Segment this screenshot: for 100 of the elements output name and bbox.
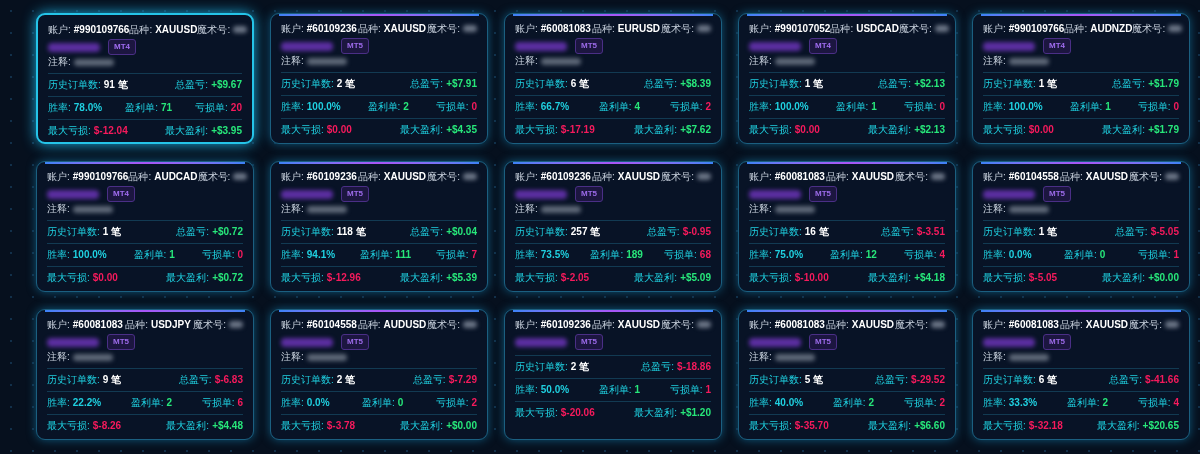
field-label: 最大亏损: [281,420,324,432]
loss-count: 6 [237,397,243,409]
win-count: 1 [634,384,641,396]
win-count: 2 [166,397,173,409]
stats-card[interactable]: 账户: #990107052品种: USDCAD魔术号: MT4 注释: 历史订单数: 1 笔 总盈亏: +$2.13 胜率: 100.0% 盈利单: 1 亏损单: 0 最大亏损: $0.00 最大盈利: +$2.13 [738,13,956,144]
win-rate: 100.0% [774,101,809,113]
win-count: 1 [169,249,175,261]
field-label: 账户: [281,319,304,331]
field-label: 账户: [983,23,1006,35]
platform-badge: MT5 [575,186,603,202]
field-label: 魔术号: [895,171,928,183]
field-label: 总盈亏: [1112,78,1146,90]
account-number: #60104558 [1008,171,1059,183]
stats-card[interactable]: 账户: #60081083品种: XAUUSD魔术号: MT5 注释: 历史订单数: 6 笔 总盈亏: $-41.66 胜率: 33.3% 盈利单: 2 亏损单: 4 最大亏损: $-32.18 最大盈利: +$20.65 [972,309,1190,440]
max-profit: +$2.13 [914,124,945,136]
field-label: 账户: [515,23,538,35]
redacted-comment [774,353,815,361]
field-label: 账户: [983,171,1006,183]
stats-card[interactable]: 账户: #60109236品种: XAUUSD魔术号: MT5 历史订单数: 2 笔 总盈亏: $-18.86 胜率: 50.0% 盈利单: 1 亏损单: 1 最大亏损: $-20.06 最大盈利: +$1.20 [504,309,722,440]
stats-card[interactable]: 账户: #60081083品种: XAUUSD魔术号: MT5 注释: 历史订单数: 16 笔 总盈亏: $-3.51 胜率: 75.0% 盈利单: 12 亏损单: 4 最大亏损: $-10.00 最大盈利: +$4.18 [738,161,956,292]
platform-badge: MT5 [575,38,603,54]
field-label: 胜率: [281,249,304,261]
field-label: 最大盈利: [634,272,678,284]
field-label: 最大盈利: [868,420,912,432]
win-rate: 78.0% [73,102,103,114]
field-label: 账户: [48,24,71,36]
stats-card[interactable]: 账户: #60109236品种: XAUUSD魔术号: MT5 注释: 历史订单数: 118 笔 总盈亏: +$0.04 胜率: 94.1% 盈利单: 111 亏损单: 7 最大亏损: $-12.96 最大盈利: +$5.39 [270,161,488,292]
loss-count: 2 [705,101,711,113]
stats-card[interactable]: 账户: #990109766品种: XAUUSD魔术号: MT4 注释: 历史订单数: 91 笔 总盈亏: +$9.67 胜率: 78.0% 盈利单: 71 亏损单: 20 最大亏损: $-12.04 最大盈利: +$3.95 [36,13,254,144]
field-label: 总盈亏: [878,78,912,90]
field-label: 注释: [47,203,70,215]
redacted-comment [540,57,581,65]
order-count: 5 笔 [804,374,824,386]
field-label: 胜率: [983,249,1006,261]
win-rate: 73.5% [540,249,570,261]
account-number: #990109766 [73,24,130,36]
max-loss: $0.00 [92,272,118,284]
field-label: 盈利单: [1063,249,1097,261]
win-count: 2 [403,101,409,113]
field-label: 品种: [358,171,381,183]
win-rate: 66.7% [540,101,570,113]
win-count: 0 [1099,249,1106,261]
field-label: 魔术号: [197,24,231,36]
symbol-name: XAUUSD [851,171,895,183]
field-label: 最大盈利: [400,420,444,432]
stats-card[interactable]: 账户: #990109766品种: AUDCAD魔术号: MT4 注释: 历史订单数: 1 笔 总盈亏: +$0.72 胜率: 100.0% 盈利单: 1 亏损单: 0 最大亏损: $0.00 最大盈利: +$0.72 [36,161,254,292]
stats-card[interactable]: 账户: #60109236品种: XAUUSD魔术号: MT5 注释: 历史订单数: 257 笔 总盈亏: $-0.95 胜率: 73.5% 盈利单: 189 亏损单: 68 最大亏损: $-2.05 最大盈利: +$5.09 [504,161,722,292]
stats-card[interactable]: 账户: #60081083品种: EURUSD魔术号: MT5 注释: 历史订单数: 6 笔 总盈亏: +$8.39 胜率: 66.7% 盈利单: 4 亏损单: 2 最大亏损: $-17.19 最大盈利: +$7.62 [504,13,722,144]
stats-card[interactable]: 账户: #60109236品种: XAUUSD魔术号: MT5 注释: 历史订单数: 2 笔 总盈亏: +$7.91 胜率: 100.0% 盈利单: 2 亏损单: 0 最大亏损: $0.00 最大盈利: +$4.35 [270,13,488,144]
field-label: 注释: [749,203,772,215]
field-label: 亏损单: [664,249,697,261]
field-label: 账户: [47,171,70,183]
redacted-magic-number [697,173,711,180]
redacted-magic-number [1165,173,1179,180]
field-label: 总盈亏: [178,374,212,386]
field-label: 注释: [749,55,772,67]
symbol-name: XAUUSD [383,171,427,183]
max-profit: +$5.39 [446,272,477,284]
stats-card[interactable]: 账户: #60081083品种: XAUUSD魔术号: MT5 注释: 历史订单数: 5 笔 总盈亏: $-29.52 胜率: 40.0% 盈利单: 2 亏损单: 2 最大亏损: $-35.70 最大盈利: +$6.60 [738,309,956,440]
field-label: 魔术号: [193,319,226,331]
symbol-name: XAUUSD [1085,171,1129,183]
total-profit: $-41.66 [1145,374,1179,386]
max-loss: $-10.00 [794,272,829,284]
field-label: 胜率: [515,101,538,113]
order-count: 118 笔 [336,226,366,238]
field-label: 盈利单: [829,249,863,261]
field-label: 总盈亏: [880,226,914,238]
redacted-account-name [983,337,1035,347]
total-profit: $-5.05 [1150,226,1179,238]
loss-count: 4 [939,249,945,261]
field-label: 历史订单数: [983,374,1036,386]
field-label: 魔术号: [898,23,932,35]
stats-card[interactable]: 账户: #60104558品种: XAUUSD魔术号: MT5 注释: 历史订单数: 1 笔 总盈亏: $-5.05 胜率: 0.0% 盈利单: 0 亏损单: 1 最大亏损: $-5.05 最大盈利: +$0.00 [972,161,1190,292]
total-profit: $-0.95 [682,226,711,238]
field-label: 历史订单数: [983,78,1036,90]
account-number: #60109236 [306,171,357,183]
max-profit: +$20.65 [1142,420,1179,432]
field-label: 最大盈利: [166,420,210,432]
platform-badge: MT5 [107,334,135,350]
field-label: 魔术号: [197,171,231,183]
field-label: 魔术号: [427,171,460,183]
win-count: 4 [634,101,641,113]
field-label: 品种: [826,319,849,331]
total-profit: +$8.39 [680,78,711,90]
loss-count: 2 [471,397,477,409]
field-label: 历史订单数: [515,78,568,90]
account-number: #990107052 [774,23,831,35]
field-label: 历史订单数: [281,226,334,238]
stats-card[interactable]: 账户: #60081083 品种: USDJPY 魔术号: MT5 注释: 历史订单数: 9 笔 总盈亏: $-6.83 胜率: 22.2% 盈利单: 2 亏损单: 6 最大亏损: $-8.26 最大盈利: +$4.48 [36,309,254,440]
field-label: 盈利单: [361,397,395,409]
max-profit: +$0.00 [446,420,477,432]
stats-card[interactable]: 账户: #990109766品种: AUDNZD魔术号: MT4 注释: 历史订单数: 1 笔 总盈亏: +$1.79 胜率: 100.0% 盈利单: 1 亏损单: 0 最大亏损: $0.00 最大盈利: +$1.79 [972,13,1190,144]
redacted-comment [1008,57,1049,65]
field-label: 盈利单: [133,249,167,261]
account-number: #990109766 [1008,23,1065,35]
stats-card[interactable]: 账户: #60104558品种: AUDUSD魔术号: MT5 注释: 历史订单数: 2 笔 总盈亏: $-7.29 胜率: 0.0% 盈利单: 0 亏损单: 2 最大亏损: $-3.78 最大盈利: +$0.00 [270,309,488,440]
platform-badge: MT5 [341,334,369,350]
field-label: 魔术号: [427,319,460,331]
account-number: #60081083 [1008,319,1059,331]
field-label: 注释: [515,203,538,215]
